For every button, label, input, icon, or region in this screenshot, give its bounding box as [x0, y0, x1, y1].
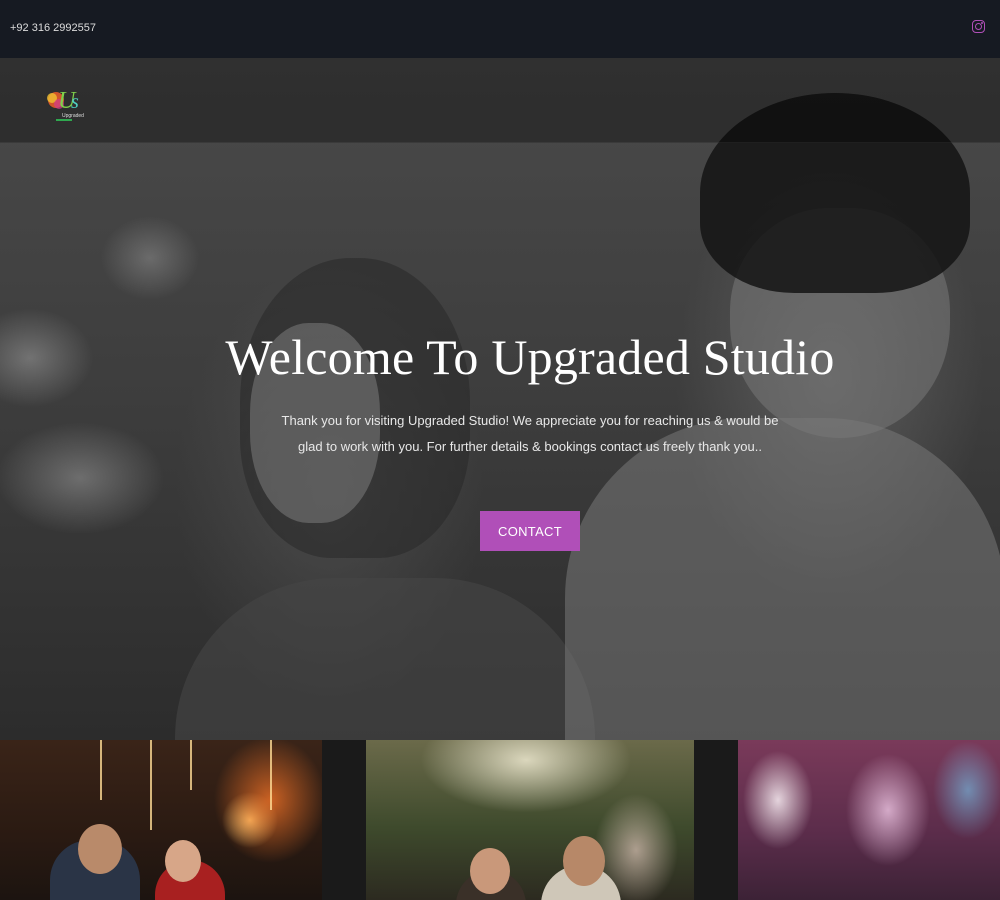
string-lights	[270, 740, 272, 810]
string-lights	[190, 740, 192, 790]
instagram-icon[interactable]	[972, 20, 985, 33]
groom-head	[563, 836, 605, 886]
phone-number[interactable]: +92 316 2992557	[10, 22, 96, 34]
bride-head	[165, 840, 201, 882]
gallery-item-1[interactable]	[0, 740, 322, 900]
upgraded-studio-logo[interactable]: U s Upgraded	[44, 82, 92, 124]
hero-photo-groom-sherwani	[565, 418, 1000, 740]
hero-content: Welcome To Upgraded Studio Thank you for…	[0, 328, 1000, 460]
hero-section: U s Upgraded Welcome To Upgraded Studio …	[0, 58, 1000, 740]
gallery	[0, 740, 1000, 900]
bride-head	[470, 848, 510, 894]
svg-text:s: s	[71, 91, 79, 113]
svg-text:Upgraded: Upgraded	[62, 113, 84, 119]
groom-head	[78, 824, 122, 874]
gallery-item-3[interactable]	[738, 740, 1000, 900]
navigation-bar: U s Upgraded	[0, 58, 1000, 143]
hero-description: Thank you for visiting Upgraded Studio! …	[281, 413, 779, 454]
hero-photo-bride-dress	[175, 578, 595, 740]
hero-title: Welcome To Upgraded Studio	[225, 329, 835, 385]
string-lights	[150, 740, 152, 830]
top-bar: +92 316 2992557	[0, 0, 1000, 58]
contact-button[interactable]: CONTACT	[480, 511, 580, 551]
gallery-item-2[interactable]	[366, 740, 694, 900]
string-lights	[100, 740, 102, 800]
